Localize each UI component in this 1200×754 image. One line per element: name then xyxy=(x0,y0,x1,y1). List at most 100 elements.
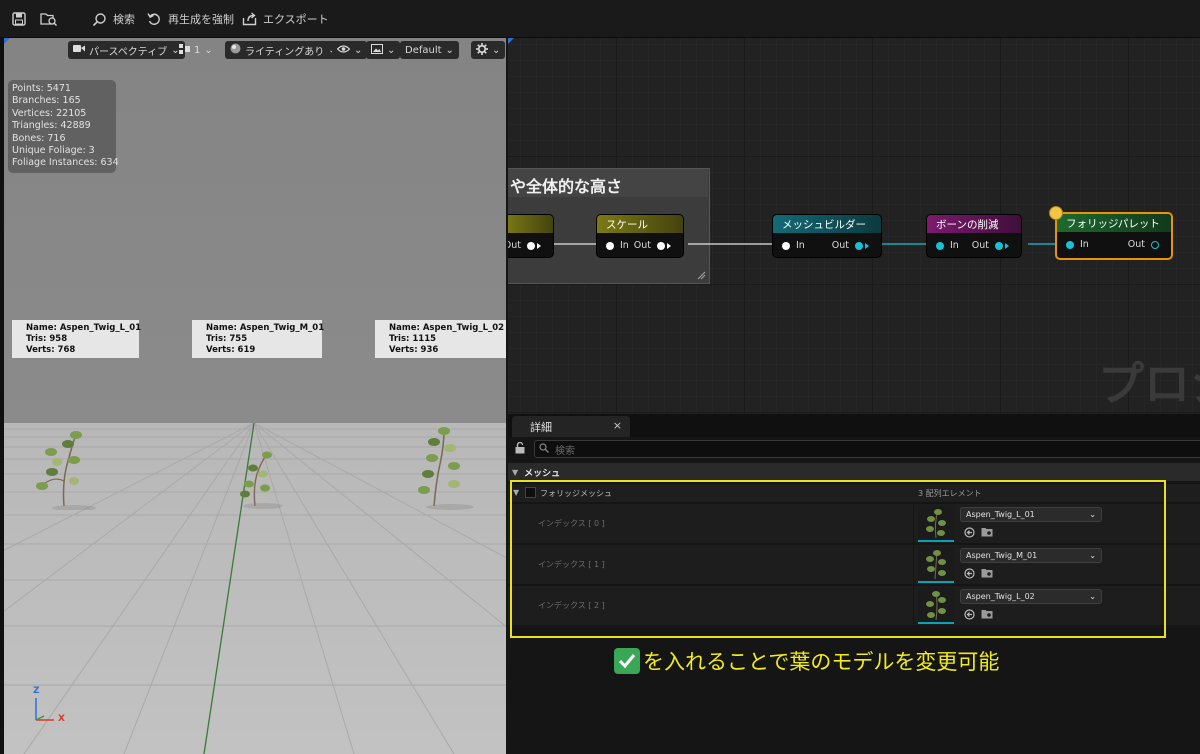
pin-dot-icon xyxy=(1066,240,1074,249)
property-name: フォリッジメッシュ xyxy=(540,489,612,498)
search-placeholder: 検索 xyxy=(555,445,575,457)
input-pin[interactable]: In xyxy=(936,240,959,251)
layout-label: 1 xyxy=(194,44,201,56)
preview-viewport[interactable]: パースペクティブ ⌄ 1 ⌄ ライティングあり ⌄ ⌄ ⌄ Default ⌄ … xyxy=(4,38,506,754)
view-mode-dropdown[interactable]: Default ⌄ xyxy=(400,41,459,59)
use-selected-icon[interactable] xyxy=(963,526,975,538)
twig-mesh-3 xyxy=(418,427,474,510)
array-row-1: インデックス [ 1 ] Aspen_Twig_M_01 ⌄ xyxy=(508,544,1200,585)
mesh-thumbnail[interactable] xyxy=(918,506,954,542)
browse-folder-icon[interactable] xyxy=(981,567,993,579)
mesh-asset-name: Aspen_Twig_M_01 xyxy=(966,551,1038,560)
graph-watermark: プロシ xyxy=(1098,357,1200,411)
row-index-label: インデックス [ 0 ] xyxy=(538,519,605,528)
stat-triangles: Triangles: 42889 xyxy=(12,120,91,132)
chevron-down-icon: ⌄ xyxy=(445,44,454,56)
pin-label: In xyxy=(1080,239,1089,250)
mesh-label-name: Name: Aspen_Twig_L_01 xyxy=(26,323,142,333)
mesh-label-name: Name: Aspen_Twig_L_02 xyxy=(389,323,505,333)
save-button[interactable] xyxy=(10,8,28,30)
node-scale[interactable]: スケール In Out xyxy=(596,214,684,258)
output-pin[interactable]: Out xyxy=(972,240,1009,251)
input-pin[interactable]: In xyxy=(1066,239,1089,250)
annotation-caption-text: を入れることで葉のモデルを変更可能 xyxy=(643,650,1000,674)
folder-search-icon xyxy=(40,10,58,28)
output-pin[interactable]: Out xyxy=(832,240,869,251)
layout-icon xyxy=(179,43,190,57)
mesh-thumbnail[interactable] xyxy=(918,547,954,583)
output-pin[interactable]: Out xyxy=(508,240,541,251)
node-title: メッシュビルダー xyxy=(773,215,881,233)
stats-overlay: Points: 5471 Branches: 165 Vertices: 221… xyxy=(8,80,119,173)
browse-folder-icon[interactable] xyxy=(981,526,993,538)
mesh-thumbnail[interactable] xyxy=(918,588,954,624)
browse-folder-icon[interactable] xyxy=(981,608,993,620)
pin-label: In xyxy=(620,240,629,251)
lighting-dropdown[interactable]: ライティングあり ⌄ xyxy=(225,41,342,59)
export-icon xyxy=(240,10,258,28)
perspective-dropdown[interactable]: パースペクティブ ⌄ xyxy=(68,41,185,59)
row-divider xyxy=(913,586,914,626)
lit-sphere-icon xyxy=(230,43,241,57)
array-row-0: インデックス [ 0 ] Aspen_Twig_L_01 ⌄ xyxy=(508,503,1200,544)
details-search-row: 検索 xyxy=(508,437,1200,461)
scene-settings-dropdown[interactable]: ⌄ xyxy=(366,41,401,59)
use-selected-icon[interactable] xyxy=(963,567,975,579)
mesh-label-verts: Verts: 936 xyxy=(389,345,439,355)
input-pin[interactable]: In xyxy=(606,240,629,251)
stat-points: Points: 5471 xyxy=(12,83,71,94)
node-title: ボーンの削減 xyxy=(927,215,1021,233)
node-bone-reduction[interactable]: ボーンの削減 In Out xyxy=(926,214,1022,258)
mesh-asset-picker[interactable]: Aspen_Twig_L_01 ⌄ xyxy=(960,507,1102,522)
node-foliage-palette[interactable]: フォリッジパレット In Out xyxy=(1055,212,1173,260)
pin-label: Out xyxy=(831,240,849,251)
mesh-label-name: Name: Aspen_Twig_M_01 xyxy=(206,323,325,333)
mesh-label-tris: Tris: 755 xyxy=(206,334,248,344)
row-divider xyxy=(913,545,914,585)
use-selected-icon[interactable] xyxy=(963,608,975,620)
stat-foliage-instances: Foliage Instances: 634 xyxy=(12,157,119,169)
output-pin[interactable]: Out xyxy=(634,240,671,251)
pin-dot-icon xyxy=(606,241,614,250)
layout-dropdown[interactable]: 1 ⌄ xyxy=(174,41,218,59)
camera-icon xyxy=(73,44,85,56)
pin-dot-icon xyxy=(1151,240,1159,249)
search-button[interactable]: 検索 xyxy=(90,8,135,30)
tab-details[interactable]: 詳細 × xyxy=(512,416,630,437)
category-mesh[interactable]: ▼ メッシュ xyxy=(508,463,1200,481)
node-height-input[interactable]: Out xyxy=(508,214,554,258)
pin-arrow-icon xyxy=(537,242,541,249)
axis-z-label: Z xyxy=(33,686,40,696)
pin-arrow-icon xyxy=(667,242,671,249)
close-icon[interactable]: × xyxy=(613,419,622,432)
pin-label: In xyxy=(796,240,805,251)
show-flags-dropdown[interactable]: ⌄ xyxy=(332,41,368,59)
pin-label: Out xyxy=(971,240,989,251)
pin-dot-icon xyxy=(527,241,535,250)
viewport-options-dropdown[interactable]: ⌄ xyxy=(471,41,506,59)
details-search-input[interactable]: 検索 xyxy=(534,440,1200,458)
node-graph[interactable]: や全体的な高さ Out スケール In Out メッシュビルダー In xyxy=(508,38,1200,414)
export-button[interactable]: エクスポート xyxy=(240,8,329,30)
pin-label: Out xyxy=(508,240,521,251)
search-label: 検索 xyxy=(113,13,135,26)
output-pin[interactable]: Out xyxy=(1128,239,1159,250)
property-checkbox[interactable] xyxy=(525,487,536,498)
checkmark-icon xyxy=(614,648,640,674)
browse-asset-button[interactable] xyxy=(40,8,58,30)
stat-bones: Bones: 716 xyxy=(12,132,66,144)
debug-indicator-icon[interactable] xyxy=(1049,206,1063,220)
lock-icon[interactable] xyxy=(515,441,525,457)
expand-arrow-icon[interactable]: ▼ xyxy=(513,488,519,497)
array-count: 3 配列エレメント xyxy=(918,489,982,498)
stat-vertices: Vertices: 22105 xyxy=(12,107,87,119)
mesh-asset-picker[interactable]: Aspen_Twig_L_02 ⌄ xyxy=(960,589,1102,604)
force-regenerate-button[interactable]: 再生成を強制 xyxy=(145,8,234,30)
node-mesh-builder[interactable]: メッシュビルダー In Out xyxy=(772,214,882,258)
mesh-asset-picker[interactable]: Aspen_Twig_M_01 ⌄ xyxy=(960,548,1102,563)
search-icon xyxy=(90,10,108,28)
pin-label: In xyxy=(950,240,959,251)
force-regenerate-label: 再生成を強制 xyxy=(168,13,234,26)
details-tab-bar: 詳細 × xyxy=(508,414,1200,437)
input-pin[interactable]: In xyxy=(782,240,805,251)
